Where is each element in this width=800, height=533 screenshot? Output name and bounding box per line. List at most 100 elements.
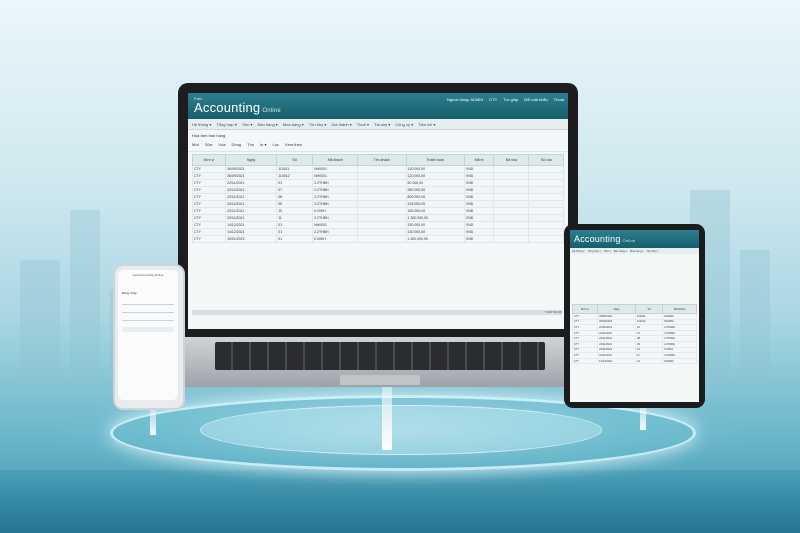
column-header[interactable]: Tên khách bbox=[357, 154, 407, 166]
table-cell: NH0001 bbox=[662, 357, 697, 365]
table-cell bbox=[357, 207, 407, 215]
column-header[interactable]: Mã khách bbox=[312, 154, 359, 166]
table-cell bbox=[528, 207, 564, 215]
header-change-password[interactable]: Đổi mật khẩu bbox=[524, 97, 548, 102]
login-label: Đăng nhập bbox=[122, 291, 137, 295]
menu-item[interactable]: Hệ thống ▾ bbox=[572, 250, 585, 253]
table-cell bbox=[357, 200, 407, 208]
column-header[interactable]: Số xóa bbox=[528, 154, 564, 166]
menu-item[interactable]: Bán hàng ▾ bbox=[258, 122, 278, 127]
phone-app: Fast Accounting Online Đăng nhập bbox=[118, 270, 178, 400]
table-cell: CTY bbox=[191, 200, 227, 208]
password-field[interactable] bbox=[122, 308, 174, 313]
new-button[interactable]: Mới bbox=[192, 142, 199, 147]
header-unit[interactable]: CTY bbox=[489, 97, 497, 102]
table-cell bbox=[528, 235, 564, 243]
table-cell: 110011 bbox=[276, 165, 314, 173]
table-cell: 110012 bbox=[276, 172, 314, 180]
table-cell bbox=[493, 200, 530, 208]
username-field[interactable] bbox=[122, 300, 174, 305]
column-header[interactable]: Ngày bbox=[225, 154, 278, 166]
login-button[interactable] bbox=[122, 327, 174, 332]
app-logo: Accounting Online bbox=[194, 100, 281, 115]
table-cell: 08 bbox=[276, 193, 314, 201]
table-row[interactable]: CTY 14/12/2021 01 2.2THBH 130 000,00 VND bbox=[191, 228, 564, 236]
table-cell: 130 000,00 bbox=[405, 228, 465, 236]
menu-item[interactable]: Bán hàng ▾ bbox=[614, 250, 627, 253]
table-row[interactable]: CTY 14/12/2021 01 NH0001 bbox=[571, 357, 697, 365]
column-header[interactable]: Thành toán bbox=[405, 154, 465, 166]
menu-item[interactable]: Tồn kho ▾ bbox=[647, 250, 658, 253]
table-row[interactable]: CTY 22/11/2021 11 2.2THBH 1 300 000,00 VND bbox=[191, 214, 564, 222]
header-logout[interactable]: Thoát bbox=[554, 97, 564, 102]
delete-button[interactable]: Xóa bbox=[218, 142, 225, 147]
table-cell: CTY bbox=[191, 179, 227, 187]
table-cell: 22/11/2021 bbox=[225, 214, 278, 222]
column-header[interactable]: Mã nt bbox=[463, 154, 495, 166]
view-button[interactable]: Xem theo bbox=[285, 142, 302, 147]
table-cell: CTY bbox=[191, 214, 227, 222]
column-header[interactable]: Đơn vị bbox=[191, 154, 227, 166]
menu-item[interactable]: Tổng hợp ▾ bbox=[216, 122, 236, 127]
unit-field[interactable] bbox=[122, 316, 174, 321]
table-row[interactable]: CTY 22/11/2021 09 2.2THBH 125 000,00 VND bbox=[191, 200, 564, 208]
table-row[interactable]: CTY 22/11/2021 01 2.2THBH 50 000,00 VND bbox=[191, 179, 564, 187]
table-cell: VND bbox=[463, 193, 495, 201]
table-row[interactable]: CTY 22/11/2021 08 2.2THBH 800 000,00 VND bbox=[191, 193, 564, 201]
menu-item[interactable]: Tiện ích ▾ bbox=[418, 122, 435, 127]
column-header[interactable]: Ngày bbox=[597, 304, 637, 314]
table-cell bbox=[493, 221, 530, 229]
table-cell bbox=[493, 228, 530, 236]
menu-item[interactable]: Hệ thống ▾ bbox=[192, 122, 211, 127]
menu-item[interactable]: Tồn kho ▾ bbox=[309, 122, 327, 127]
table-cell: 1 300 000,00 bbox=[405, 214, 465, 222]
table-cell: 14/12/2021 bbox=[597, 357, 637, 365]
table-row[interactable]: CTY 22/11/2021 07 2.2THBH 350 000,00 VND bbox=[191, 186, 564, 194]
table-row[interactable]: CTY 26/09/2021 110012 NH0001 120 000,00 VND bbox=[191, 172, 564, 180]
column-header[interactable]: Số bbox=[635, 304, 664, 314]
table-row[interactable]: CTY 14/12/2021 01 NH0001 130 000,00 VND bbox=[191, 221, 564, 229]
menu-item[interactable]: Mua hàng ▾ bbox=[630, 250, 644, 253]
filter-button[interactable]: Lọc bbox=[272, 142, 278, 147]
touchpad bbox=[340, 375, 420, 385]
table-cell: CTY bbox=[191, 172, 227, 180]
table-cell: CTY bbox=[191, 221, 227, 229]
menu-item[interactable]: Thuế ▾ bbox=[357, 122, 369, 127]
edit-button[interactable]: Sửa bbox=[205, 142, 213, 147]
table-cell: 120 000,00 bbox=[405, 172, 465, 180]
menu-item[interactable]: Giá thành ▾ bbox=[331, 122, 351, 127]
menu-item[interactable]: Tài sản ▾ bbox=[374, 122, 390, 127]
table-cell: 09 bbox=[276, 200, 314, 208]
table-row[interactable]: CTY 26/09/2021 110011 NH0001 120 000,00 VND bbox=[191, 165, 564, 173]
table-cell: 22/11/2021 bbox=[225, 207, 278, 215]
menu-item[interactable]: Tiền ▾ bbox=[242, 122, 253, 127]
column-header[interactable]: Số bbox=[276, 154, 314, 166]
tablet-app: Accounting Online Hệ thống ▾ Tổng hợp ▾ T… bbox=[570, 230, 699, 402]
table-cell: NH0001 bbox=[312, 172, 359, 180]
table-cell: CTY bbox=[191, 186, 227, 194]
table-cell bbox=[357, 214, 407, 222]
tablet-logo: Accounting Online bbox=[574, 234, 636, 244]
table-row[interactable]: CTY 15/01/2022 01 0.00KH 1 500 000,00 VND bbox=[191, 235, 564, 243]
table-cell: 26/09/2021 bbox=[225, 165, 278, 173]
column-header[interactable]: Đơn vị bbox=[571, 304, 599, 314]
table-cell: 120 000,00 bbox=[405, 165, 465, 173]
menu-item[interactable]: Tiền ▾ bbox=[604, 250, 611, 253]
column-header[interactable]: Mã khách bbox=[662, 304, 697, 314]
menu-item[interactable]: Công cụ ▾ bbox=[395, 122, 413, 127]
header-user[interactable]: Người dùng: ADMIN bbox=[447, 97, 483, 102]
row-button[interactable]: Dòng bbox=[232, 142, 242, 147]
menu-item[interactable]: Mua hàng ▾ bbox=[283, 122, 304, 127]
menu-item[interactable]: Tổng hợp ▾ bbox=[588, 250, 601, 253]
table-row[interactable]: CTY 22/11/2021 10 0.00KH 160 000,00 VND bbox=[191, 207, 564, 215]
table-cell: VND bbox=[463, 179, 495, 187]
column-header[interactable]: Đã xóa bbox=[493, 154, 530, 166]
print-button[interactable]: In ▾ bbox=[260, 142, 266, 147]
table-cell bbox=[493, 214, 530, 222]
header-help[interactable]: Trợ giúp bbox=[503, 97, 518, 102]
find-button[interactable]: Tìm bbox=[247, 142, 254, 147]
table-cell: VND bbox=[463, 228, 495, 236]
table-cell: 130 000,00 bbox=[405, 221, 465, 229]
table-cell bbox=[528, 179, 564, 187]
table-cell bbox=[357, 235, 407, 243]
